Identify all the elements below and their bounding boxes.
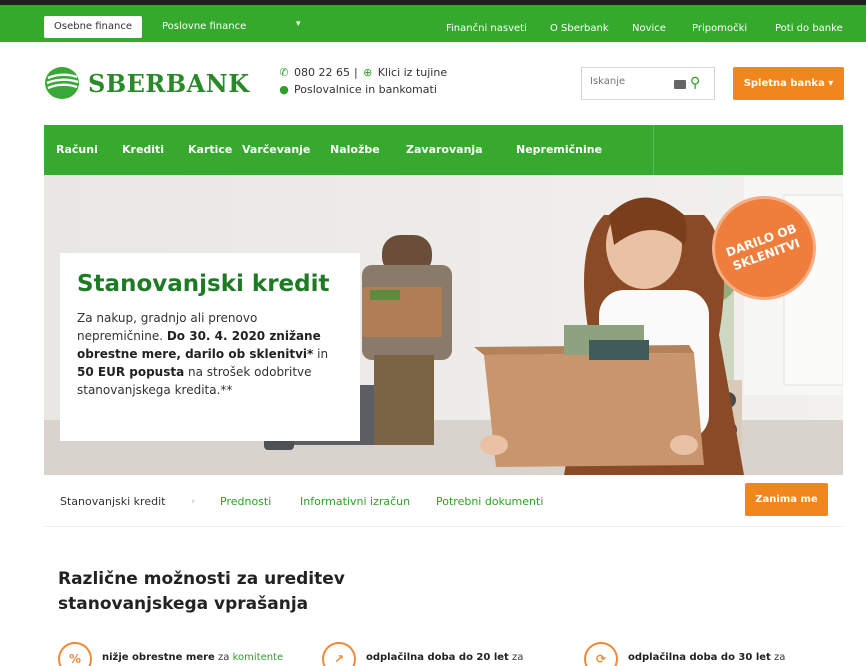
nav-accounts[interactable]: Računi	[56, 125, 98, 175]
feature-text: odplačilna doba do 30 let za	[628, 652, 785, 663]
subnav-calculator[interactable]: Informativni izračun	[300, 495, 410, 508]
keyboard-icon[interactable]	[674, 80, 686, 89]
feature-plain: za	[508, 652, 524, 663]
toplink-locations[interactable]: Poti do banke	[775, 23, 843, 34]
hero-title: Stanovanjski kredit	[77, 271, 330, 297]
feature-20-years: ↗ odplačilna doba do 20 let za	[322, 642, 523, 666]
percent-icon: %	[58, 642, 92, 666]
section-title: Različne možnosti za ureditev stanovanjs…	[58, 569, 345, 614]
search-icon[interactable]: ⚲	[690, 75, 700, 91]
feature-bold: odplačilna doba do 20 let	[366, 652, 509, 663]
phone-number[interactable]: 080 22 65	[294, 64, 350, 81]
segment-personal-finance[interactable]: Osebne finance	[44, 16, 143, 38]
nav-real-estate[interactable]: Nepremičnine	[516, 125, 602, 175]
logo-text: SBERBANK	[88, 68, 250, 98]
nav-cards[interactable]: Kartice	[188, 125, 232, 175]
nav-investments[interactable]: Naložbe	[330, 125, 380, 175]
nav-divider	[653, 125, 654, 175]
feature-plain: za	[214, 652, 233, 663]
subnav-advantages[interactable]: Prednosti	[220, 495, 271, 508]
nav-savings[interactable]: Varčevanje	[242, 125, 310, 175]
hero-description: Za nakup, gradnjo ali prenovo nepremični…	[77, 309, 343, 399]
online-banking-button[interactable]: Spletna banka ▾	[733, 67, 844, 100]
top-utility-bar: Osebne finance Poslovne finance ▾ Finanč…	[0, 0, 866, 42]
header-contact: ✆ 080 22 65 | ⊕ Klici iz tujine ● Poslov…	[278, 64, 447, 98]
logo-mark-icon	[45, 67, 79, 99]
phone-icon: ✆	[279, 66, 289, 79]
toplink-about[interactable]: O Sberbank	[550, 23, 609, 34]
calls-from-abroad-link[interactable]: Klici iz tujine	[378, 64, 447, 81]
refresh-icon: ⟳	[584, 642, 618, 666]
feature-plain: za	[770, 652, 786, 663]
toplink-tools[interactable]: Pripomočki	[692, 23, 747, 34]
growth-icon: ↗	[322, 642, 356, 666]
nav-insurance[interactable]: Zavarovanja	[406, 125, 483, 175]
location-pin-icon: ●	[279, 83, 289, 96]
subnav-current: Stanovanjski kredit	[60, 495, 166, 508]
product-subnav: Stanovanjski kredit › Prednosti Informat…	[44, 475, 843, 527]
main-navigation: Računi Krediti Kartice Varčevanje Naložb…	[44, 125, 843, 175]
chevron-down-icon[interactable]: ▾	[296, 19, 301, 29]
feature-bold: nižje obrestne mere	[102, 652, 215, 663]
branches-atms-link[interactable]: Poslovalnice in bankomati	[294, 81, 437, 98]
globe-icon: ⊕	[363, 66, 373, 79]
segment-business-finance[interactable]: Poslovne finance	[152, 16, 256, 38]
nav-loans[interactable]: Krediti	[122, 125, 164, 175]
sberbank-logo[interactable]: SBERBANK	[44, 66, 250, 100]
feature-text: nižje obrestne mere za komitente	[102, 652, 283, 663]
toplink-financial-advice[interactable]: Finančni nasveti	[446, 23, 527, 34]
search-box[interactable]: ⚲	[581, 67, 715, 100]
feature-lower-rates: % nižje obrestne mere za komitente	[58, 642, 283, 666]
feature-text: odplačilna doba do 20 let za	[366, 652, 523, 663]
hero-card: Stanovanjski kredit Za nakup, gradnjo al…	[60, 253, 360, 441]
toplink-news[interactable]: Novice	[632, 23, 666, 34]
hero-text-2: in	[313, 347, 329, 361]
subnav-documents[interactable]: Potrebni dokumenti	[436, 495, 543, 508]
contact-separator: |	[353, 66, 358, 79]
subnav-separator: ›	[191, 496, 195, 507]
search-input[interactable]	[590, 76, 670, 87]
feature-link[interactable]: komitente	[233, 652, 284, 663]
feature-30-years: ⟳ odplačilna doba do 30 let za	[584, 642, 785, 666]
badge-text: DARILO OB SKLENITVI	[724, 221, 802, 274]
feature-bold: odplačilna doba do 30 let	[628, 652, 771, 663]
interested-button[interactable]: Zanima me	[745, 483, 828, 516]
hero-text-bold-2: 50 EUR popusta	[77, 365, 185, 379]
